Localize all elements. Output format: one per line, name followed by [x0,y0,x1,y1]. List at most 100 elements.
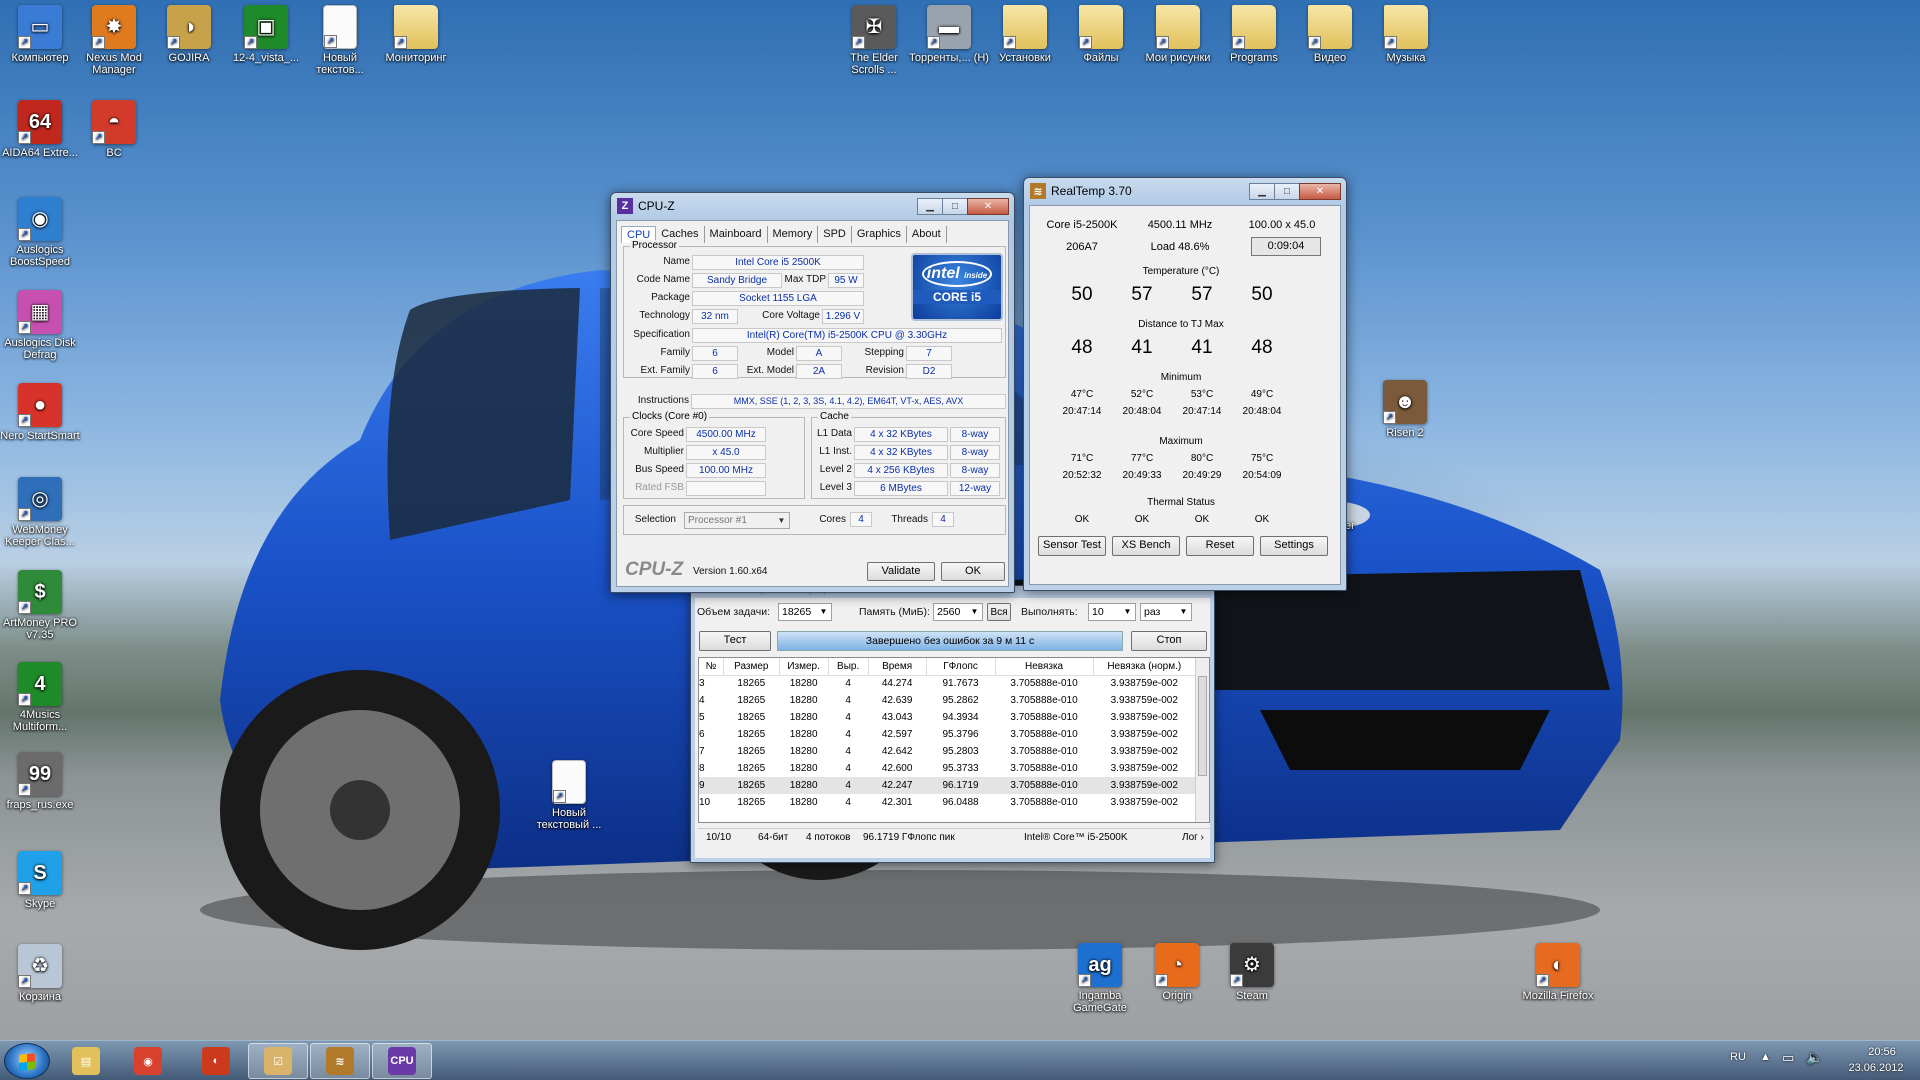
desktop-icon-installs[interactable]: ↗ Установки [985,5,1065,64]
desktop-icon-fraps[interactable]: 99 ↗ fraps_rus.exe [0,752,80,811]
minimize-icon[interactable]: ▁ [1249,182,1275,200]
sensor-test-button[interactable]: Sensor Test [1038,536,1106,556]
taskbar-button-app[interactable]: ◐ [186,1043,246,1079]
desktop-icon-steam[interactable]: ⚙ ↗ Steam [1212,943,1292,1002]
desktop-icon-elderscrolls[interactable]: ✠ ↗ The Elder Scrolls ... [834,5,914,76]
tab-mainboard[interactable]: Mainboard [705,226,768,243]
desktop-icon-monitoring[interactable]: ↗ Мониторинг [376,5,456,64]
desktop-icon-video[interactable]: ↗ Видео [1290,5,1370,64]
log-link[interactable]: Лог › [1182,829,1204,846]
runs-select[interactable]: 10 ▼ [1088,603,1136,621]
settings-button[interactable]: Settings [1260,536,1328,556]
clock-date[interactable]: 23.06.2012 [1836,1062,1916,1074]
table-cell: 3.705888e-010 [1010,678,1078,690]
minimize-icon[interactable]: ▁ [917,197,943,215]
timer-button[interactable]: 0:09:04 [1251,237,1321,256]
table-row[interactable]: 8 18265 18280 4 42.600 95.3733 3.705888e-010 3.… [699,760,1196,777]
table-row[interactable]: 5 18265 18280 4 43.043 94.3934 3.705888e-010 3.… [699,709,1196,726]
desktop-icon-skype[interactable]: S ↗ Skype [0,851,80,910]
column-header[interactable]: ГФлопс [926,658,996,676]
table-row[interactable]: 3 18265 18280 4 44.274 91.7673 3.705888e-010 3.… [699,675,1196,692]
taskbar-button-explorer[interactable]: ▤ [56,1043,116,1079]
scrollbar-thumb[interactable] [1198,676,1207,776]
clock-time[interactable]: 20:56 [1852,1046,1912,1058]
table-cell: 7 [699,746,705,757]
processor-select[interactable]: Processor #1 ▼ [684,512,790,529]
close-icon[interactable]: ✕ [1299,182,1341,200]
desktop-icon-computer[interactable]: ▭ ↗ Компьютер [0,5,80,64]
linx-window[interactable]: Файл Настройки Графики ? Объем задачи: 1… [690,585,1215,863]
xs-bench-button[interactable]: XS Bench [1112,536,1180,556]
tab-memory[interactable]: Memory [768,226,819,243]
desktop-icon-mypictures[interactable]: ↗ Мои рисунки [1138,5,1218,64]
start-button[interactable] [4,1043,50,1079]
maximize-icon[interactable]: □ [942,197,968,215]
taskbar-button-task[interactable]: ☑ [248,1043,308,1079]
validate-button[interactable]: Validate [867,562,935,581]
maximize-icon[interactable]: □ [1274,182,1300,200]
desktop-icon-bc[interactable]: ◓ ↗ BC [74,100,154,159]
reset-button[interactable]: Reset [1186,536,1254,556]
desktop-icon-nero[interactable]: ● ↗ Nero StartSmart [0,383,80,442]
ok-button[interactable]: OK [941,562,1005,581]
desktop-icon-firefox[interactable]: ◐ ↗ Mozilla Firefox [1518,943,1598,1002]
table-row[interactable]: 10 18265 18280 4 42.301 96.0488 3.705888e-010 3… [699,794,1196,811]
table-row[interactable]: 4 18265 18280 4 42.639 95.2862 3.705888e-010 3.… [699,692,1196,709]
tab-about[interactable]: About [907,226,947,243]
network-icon[interactable]: ▭ [1782,1050,1794,1066]
all-memory-button[interactable]: Вся [987,603,1011,621]
tray-arrow-icon[interactable]: ▲ [1760,1051,1771,1063]
desktop-icon-recycle[interactable]: ♻ ↗ Корзина [0,944,80,1003]
column-header[interactable]: Выр. [828,658,869,676]
column-header[interactable]: Время [868,658,927,676]
test-button[interactable]: Тест [699,631,771,651]
desktop-icon-origin[interactable]: ◔ ↗ Origin [1137,943,1217,1002]
desktop-icon-4musics[interactable]: 4 ↗ 4Musics Multiform... [0,662,80,733]
realtemp-titlebar[interactable]: ≋ RealTemp 3.70 ▁ □ ✕ [1024,178,1346,204]
table-row[interactable]: 9 18265 18280 4 42.247 96.1719 3.705888e-010 3.… [699,777,1196,794]
desktop-icon-aida[interactable]: 64 ↗ AIDA64 Extre... [0,100,80,159]
desktop-icon-programs[interactable]: ↗ Programs [1214,5,1294,64]
column-header[interactable]: Невязка [995,658,1094,676]
realtemp-window[interactable]: ≋ RealTemp 3.70 ▁ □ ✕ Core i5-2500K 4500… [1023,177,1347,591]
desktop-icon-vista[interactable]: ▣ ↗ 12-4_vista_... [226,5,306,64]
taskbar-button-cpuz[interactable]: CPU [372,1043,432,1079]
desktop-icon-newtxt2[interactable]: ↗ Новый текстовый ... [529,760,609,831]
vertical-scrollbar[interactable] [1195,658,1209,822]
memory-select[interactable]: 2560 ▼ [933,603,983,621]
results-table[interactable]: № Размер Измер. Выр. Время ГФлопс Невязка Невяз… [698,657,1210,823]
table-row[interactable]: 7 18265 18280 4 42.642 95.2803 3.705888e-010 3.… [699,743,1196,760]
language-indicator[interactable]: RU [1730,1051,1746,1063]
table-cell: 91.7673 [942,678,979,690]
stop-button[interactable]: Стоп [1131,631,1207,651]
runs-unit-select[interactable]: раз ▼ [1140,603,1192,621]
taskbar-button-chrome[interactable]: ◉ [118,1043,178,1079]
task-size-select[interactable]: 18265 ▼ [778,603,832,621]
taskbar-button-realtemp[interactable]: ≋ [310,1043,370,1079]
desktop-icon-artmoney[interactable]: $ ↗ ArtMoney PRO v7.35 [0,570,80,641]
desktop-icon-boostspeed[interactable]: ◉ ↗ Auslogics BoostSpeed [0,197,80,268]
cpuz-window[interactable]: Z CPU-Z ▁ □ ✕ CPU Caches Mainboard Memory SP… [610,192,1015,593]
tab-graphics[interactable]: Graphics [852,226,907,243]
cpuz-titlebar[interactable]: Z CPU-Z ▁ □ ✕ [611,193,1014,219]
column-header[interactable]: № [699,658,724,676]
desktop-icon-torrents[interactable]: ▬ ↗ Торренты,... (H) [909,5,989,64]
desktop-icon-gamegate[interactable]: ag ↗ Ingamba GameGate [1060,943,1140,1014]
table-row[interactable]: 6 18265 18280 4 42.597 95.3796 3.705888e-010 3.… [699,726,1196,743]
column-header[interactable]: Размер [723,658,780,676]
desktop-icon-nexus[interactable]: ✸ ↗ Nexus Mod Manager [74,5,154,76]
desktop-icon-music[interactable]: ↗ Музыка [1366,5,1446,64]
column-header[interactable]: Невязка (норм.) [1093,658,1197,676]
volume-icon[interactable]: 🔈 [1806,1049,1823,1066]
column-header[interactable]: Измер. [779,658,829,676]
desktop-icon-files[interactable]: ↗ Файлы [1061,5,1141,64]
tab-spd[interactable]: SPD [818,226,852,243]
close-icon[interactable]: ✕ [967,197,1009,215]
desktop-icon-risen2[interactable]: ☻ ↗ Risen 2 [1365,380,1445,439]
folder-icon: ↗ [1308,5,1352,49]
desktop-icon-gojira[interactable]: ◑ ↗ GOJIRA [149,5,229,64]
desktop-icon-webmoney[interactable]: ◎ ↗ WebMoney Keeper Clas... [0,477,80,548]
desktop-icon-label: Установки [999,52,1051,64]
desktop-icon-diskdefrag[interactable]: ▦ ↗ Auslogics Disk Defrag [0,290,80,361]
desktop-icon-newtxt[interactable]: ↗ Новый текстов... [300,5,380,76]
